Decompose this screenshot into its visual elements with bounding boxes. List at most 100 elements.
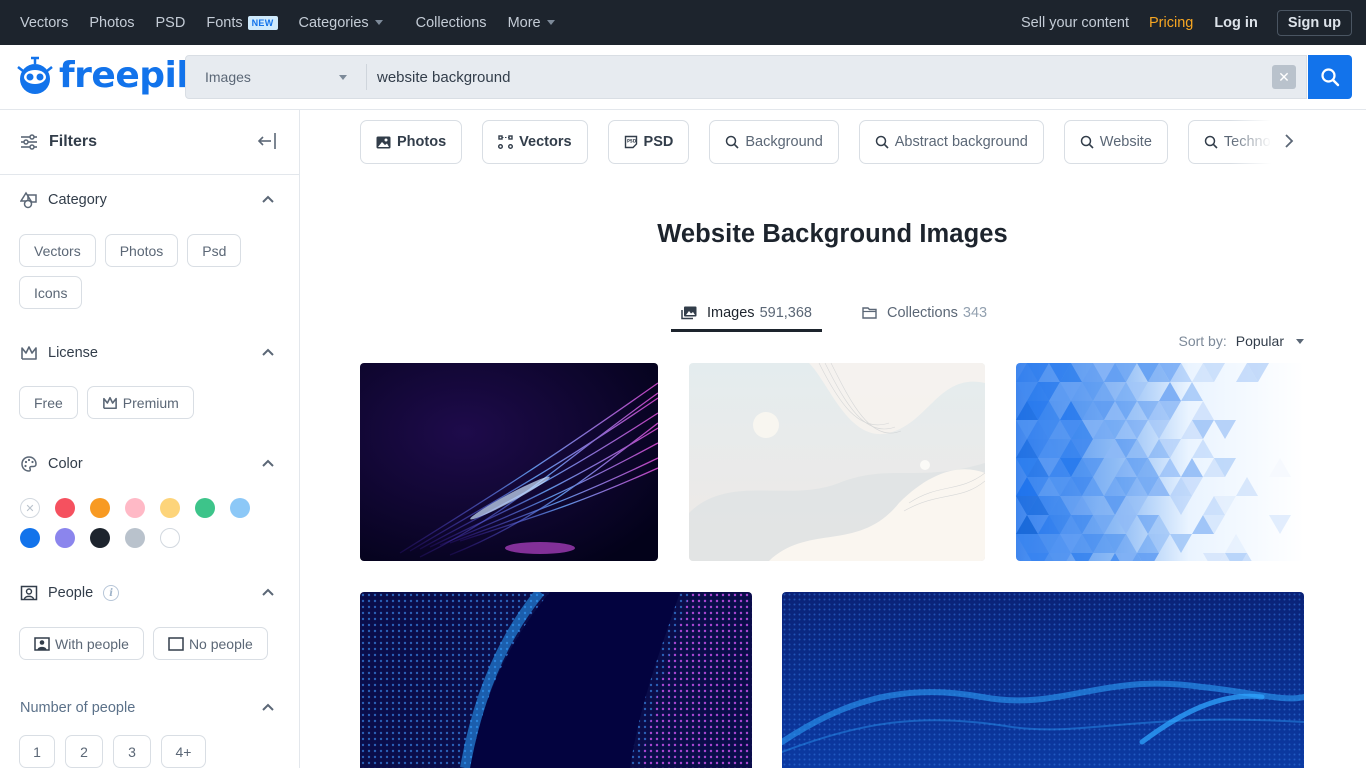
related-website-label: Website [1099, 134, 1152, 150]
nav-collections-label: Collections [415, 14, 487, 31]
color-swatch[interactable] [90, 498, 110, 518]
top-nav-account: Sell your content Pricing Log in Sign up [1021, 0, 1352, 45]
color-swatch[interactable] [125, 498, 145, 518]
nav-categories[interactable]: Categories [299, 15, 383, 31]
color-swatch-clear[interactable]: ✕ [20, 498, 40, 518]
people-count-2[interactable]: 2 [65, 735, 103, 768]
category-photos-chip[interactable]: Photos [104, 234, 179, 267]
color-swatch[interactable] [90, 528, 110, 548]
close-icon: ✕ [1278, 68, 1290, 85]
category-vectors-chip[interactable]: Vectors [19, 234, 96, 267]
person-photo-icon [34, 636, 50, 651]
sort-value: Popular [1235, 333, 1284, 349]
result-thumbnail[interactable] [689, 363, 985, 561]
sort-label: Sort by: [1178, 333, 1227, 349]
nav-collections[interactable]: Collections [416, 15, 487, 31]
related-psd-chip[interactable]: PSD PSD [607, 120, 690, 164]
clear-search-button[interactable]: ✕ [1272, 65, 1296, 89]
chevron-right-icon[interactable] [1284, 131, 1294, 151]
license-premium-chip[interactable]: Premium [86, 386, 194, 419]
number-of-people-header[interactable]: Number of people [0, 698, 300, 718]
result-thumbnail[interactable] [1016, 363, 1304, 561]
tab-collections[interactable]: Collections 343 [852, 298, 997, 332]
related-background-chip[interactable]: Background [709, 120, 839, 164]
category-icons-chip[interactable]: Icons [19, 276, 83, 309]
color-swatches: ✕ [0, 498, 300, 548]
related-website-chip[interactable]: Website [1063, 120, 1168, 164]
tab-images-label: Images [707, 305, 755, 321]
crown-icon [102, 396, 117, 409]
related-abstract-background-chip[interactable]: Abstract background [858, 120, 1044, 164]
sell-content-link[interactable]: Sell your content [1021, 15, 1129, 31]
color-swatch[interactable] [195, 498, 215, 518]
chevron-up-icon[interactable] [262, 703, 274, 711]
sort-dropdown[interactable]: Sort by: Popular [1178, 333, 1304, 349]
person-frame-icon [20, 585, 38, 601]
filters-header: Filters [0, 110, 299, 175]
pricing-link[interactable]: Pricing [1149, 15, 1193, 31]
search-icon [726, 135, 739, 149]
search-submit-button[interactable] [1308, 55, 1352, 99]
color-swatch[interactable] [55, 498, 75, 518]
chevron-up-icon[interactable] [262, 588, 274, 596]
result-thumbnail[interactable] [360, 363, 658, 561]
color-swatch[interactable] [125, 528, 145, 548]
search-bar: Images ✕ [185, 55, 1307, 99]
chevron-up-icon[interactable] [262, 195, 274, 203]
color-swatch[interactable] [20, 528, 40, 548]
people-count-4-plus[interactable]: 4+ [161, 735, 206, 768]
license-options: Free Premium [0, 386, 270, 419]
search-type-select[interactable]: Images [186, 56, 366, 98]
people-count-3[interactable]: 3 [113, 735, 151, 768]
category-header[interactable]: Category [0, 190, 300, 210]
collapse-sidebar-button[interactable] [257, 132, 277, 155]
color-swatch[interactable] [230, 498, 250, 518]
nav-photos[interactable]: Photos [89, 15, 134, 31]
color-header[interactable]: Color [0, 454, 300, 474]
related-abstract-background-label: Abstract background [894, 134, 1028, 150]
nav-psd[interactable]: PSD [156, 15, 186, 31]
people-filter: People i With people No people [0, 583, 300, 660]
related-searches: Photos Vectors PSD PSD Background Abstra… [360, 120, 1305, 164]
color-swatch[interactable] [55, 528, 75, 548]
vector-icon [498, 135, 514, 149]
purple-light-streaks-image [360, 363, 658, 561]
people-count-1[interactable]: 1 [19, 735, 55, 768]
license-header[interactable]: License [0, 343, 300, 363]
empty-frame-icon [168, 636, 184, 651]
filters-title: Filters [49, 133, 98, 150]
tab-collections-label: Collections [886, 305, 958, 321]
number-of-people-options: 1 2 3 4+ [0, 735, 270, 768]
freepik-logo[interactable]: freepik [15, 55, 200, 97]
result-thumbnail[interactable] [360, 592, 752, 768]
info-icon[interactable]: i [103, 585, 120, 601]
result-tabs: Images 591,368 Collections 343 [671, 298, 997, 332]
color-swatch[interactable] [160, 498, 180, 518]
crown-icon [21, 346, 37, 360]
images-icon [681, 306, 697, 320]
license-free-chip[interactable]: Free [19, 386, 78, 419]
color-swatch[interactable] [160, 528, 180, 548]
nav-fonts[interactable]: Fonts NEW [206, 15, 278, 31]
related-psd-label: PSD [643, 134, 674, 150]
related-vectors-chip[interactable]: Vectors [482, 120, 588, 164]
nav-photos-label: Photos [89, 14, 135, 31]
with-people-chip[interactable]: With people [19, 627, 144, 660]
nav-vectors[interactable]: Vectors [20, 15, 68, 31]
signup-button[interactable]: Sign up [1276, 9, 1352, 36]
people-header[interactable]: People i [0, 583, 300, 603]
related-photos-chip[interactable]: Photos [360, 120, 463, 164]
category-options: Vectors Photos Psd Icons [0, 234, 270, 309]
result-thumbnail[interactable] [782, 592, 1304, 768]
search-input[interactable] [367, 56, 1272, 98]
login-link[interactable]: Log in [1214, 15, 1258, 31]
no-people-chip[interactable]: No people [152, 627, 268, 660]
chevron-up-icon[interactable] [262, 348, 274, 356]
category-psd-chip[interactable]: Psd [187, 234, 242, 267]
chevron-up-icon[interactable] [262, 459, 274, 467]
category-filter: Category Vectors Photos Psd Icons [0, 190, 300, 309]
tab-images[interactable]: Images 591,368 [671, 298, 822, 332]
people-options: With people No people [0, 627, 280, 660]
nav-more[interactable]: More [508, 15, 555, 31]
number-of-people-title: Number of people [20, 700, 136, 716]
